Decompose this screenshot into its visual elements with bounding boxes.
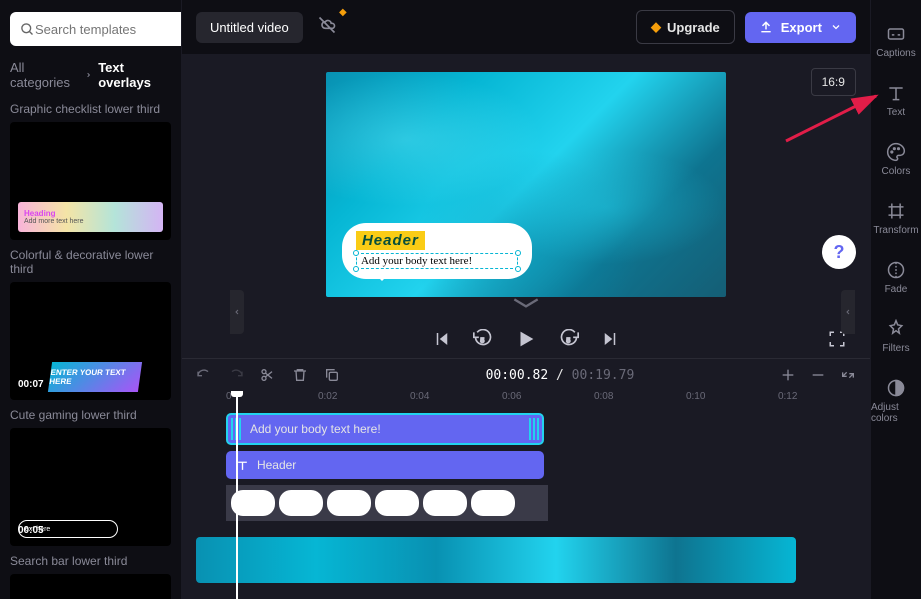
center-area: Untitled video ◆ ◆ Upgrade Export: [182, 0, 870, 599]
search-icon: [20, 22, 35, 37]
play-button[interactable]: [515, 328, 537, 350]
zoom-out-button[interactable]: [810, 367, 826, 383]
upgrade-button[interactable]: ◆ Upgrade: [636, 10, 735, 44]
chevron-left-icon: [844, 307, 852, 317]
fade-icon: [886, 260, 906, 280]
sidebar-item-text[interactable]: Text: [871, 71, 921, 130]
preview-area: Header Add your body text here! 16:9 ?: [182, 54, 870, 297]
collapse-left-panel[interactable]: [230, 290, 244, 334]
aspect-ratio-button[interactable]: 16:9: [811, 68, 856, 96]
cloud-off-icon: [317, 15, 337, 35]
fit-button[interactable]: [840, 367, 856, 383]
redo-button[interactable]: [228, 367, 244, 383]
skip-forward-button[interactable]: [601, 330, 619, 348]
sidebar-item-captions[interactable]: Captions: [871, 12, 921, 71]
export-button[interactable]: Export: [745, 12, 856, 43]
breadcrumb: All categories Text overlays: [10, 60, 171, 90]
duration-badge: 00:07: [18, 379, 44, 390]
visibility-toggle[interactable]: ◆: [317, 15, 337, 40]
graphic-clip[interactable]: [226, 485, 548, 521]
chevron-right-icon: [85, 71, 92, 79]
bubble-body-text[interactable]: Add your body text here!: [356, 253, 518, 269]
thumb-overlay: ext here: [18, 520, 118, 538]
time-display: 00:00.82 / 00:19.79: [356, 368, 764, 383]
thumb-overlay: ENTER YOUR TEXT HERE: [48, 362, 142, 392]
top-bar: Untitled video ◆ ◆ Upgrade Export: [182, 0, 870, 54]
upload-icon: [759, 20, 773, 34]
palette-icon: [886, 142, 906, 162]
template-thumb[interactable]: 00:05 ext here: [10, 428, 171, 546]
filters-icon: [886, 319, 906, 339]
text-clip-header[interactable]: Header: [226, 451, 544, 479]
left-sidebar: All categories Text overlays Graphic che…: [0, 0, 182, 599]
text-icon: [886, 83, 906, 103]
template-label: Colorful & decorative lower third: [10, 248, 171, 276]
sidebar-item-colors[interactable]: Colors: [871, 130, 921, 189]
playback-controls: 5 5: [182, 320, 870, 358]
timeline[interactable]: 0 0:02 0:04 0:06 0:08 0:10 0:12 Add your…: [182, 391, 870, 599]
collapse-right-panel[interactable]: [841, 290, 855, 334]
track-row: [226, 527, 870, 583]
search-templates[interactable]: [10, 12, 182, 46]
template-label: Graphic checklist lower third: [10, 102, 171, 116]
sidebar-item-fade[interactable]: Fade: [871, 248, 921, 307]
video-clip[interactable]: [196, 537, 796, 583]
track-row: [226, 485, 870, 521]
undo-button[interactable]: [196, 367, 212, 383]
svg-text:5: 5: [566, 337, 570, 344]
text-clip-body[interactable]: Add your body text here!: [226, 413, 544, 445]
template-thumb[interactable]: Heading Add more text here: [10, 122, 171, 240]
resize-handle[interactable]: [353, 250, 359, 256]
add-track-button[interactable]: [780, 367, 796, 383]
rewind-5-button[interactable]: 5: [473, 329, 493, 349]
tracks: Add your body text here! Header: [196, 413, 870, 583]
resize-handle[interactable]: [515, 250, 521, 256]
skip-back-button[interactable]: [433, 330, 451, 348]
breadcrumb-current: Text overlays: [98, 60, 171, 90]
time-ruler[interactable]: 0 0:02 0:04 0:06 0:08 0:10 0:12: [196, 391, 870, 413]
track-row: Header: [226, 451, 870, 479]
bubble-header[interactable]: Header: [356, 231, 425, 250]
sidebar-item-adjust[interactable]: Adjust colors: [871, 366, 921, 436]
sidebar-item-transform[interactable]: Transform: [871, 189, 921, 248]
diamond-icon: ◆: [651, 19, 661, 35]
template-thumb[interactable]: [10, 574, 171, 599]
playhead[interactable]: [236, 391, 238, 599]
right-sidebar: Captions Text Colors Transform Fade Filt…: [870, 0, 921, 599]
clip-handle-right[interactable]: [529, 418, 539, 440]
svg-text:5: 5: [480, 337, 484, 344]
sidebar-item-filters[interactable]: Filters: [871, 307, 921, 366]
template-label: Cute gaming lower third: [10, 408, 171, 422]
expand-handle[interactable]: [512, 297, 540, 311]
delete-button[interactable]: [292, 367, 308, 383]
chevron-left-icon: [233, 307, 241, 317]
chevron-down-icon: [830, 21, 842, 33]
video-title[interactable]: Untitled video: [196, 12, 303, 43]
forward-5-button[interactable]: 5: [559, 329, 579, 349]
captions-icon: [886, 24, 906, 44]
template-thumb[interactable]: 00:07 ENTER YOUR TEXT HERE: [10, 282, 171, 400]
help-button[interactable]: ?: [822, 235, 856, 269]
split-button[interactable]: [260, 367, 276, 383]
adjust-icon: [886, 378, 906, 398]
preview-canvas[interactable]: Header Add your body text here!: [326, 72, 726, 297]
transform-icon: [886, 201, 906, 221]
breadcrumb-root[interactable]: All categories: [10, 60, 79, 90]
diamond-icon: ◆: [339, 7, 347, 18]
duplicate-button[interactable]: [324, 367, 340, 383]
resize-handle[interactable]: [515, 266, 521, 272]
timeline-toolbar: 00:00.82 / 00:19.79: [182, 358, 870, 391]
template-label: Search bar lower third: [10, 554, 171, 568]
search-input[interactable]: [35, 22, 182, 37]
speech-bubble[interactable]: Header Add your body text here!: [342, 223, 532, 279]
resize-handle[interactable]: [353, 266, 359, 272]
track-row: Add your body text here!: [226, 413, 870, 445]
thumb-overlay: Heading Add more text here: [18, 202, 163, 232]
